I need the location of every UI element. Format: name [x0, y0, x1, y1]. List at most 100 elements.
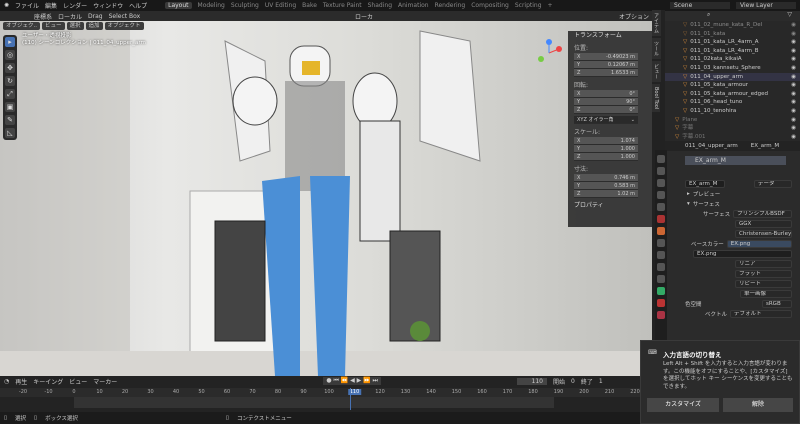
- object-tab-icon[interactable]: [657, 227, 665, 235]
- menu-view[interactable]: ビュー: [69, 377, 87, 386]
- dismiss-button[interactable]: 解除: [723, 398, 793, 412]
- tab-tool[interactable]: ツール: [652, 38, 661, 59]
- outliner-item[interactable]: ▽ 011_03_kannsetu_Sphere ◉: [665, 64, 800, 73]
- interpolation-select[interactable]: リニア: [735, 260, 792, 268]
- menu-playback[interactable]: 再生: [15, 377, 27, 386]
- distribution-select[interactable]: GGX: [735, 220, 792, 228]
- tab-compositing[interactable]: Compositing: [471, 2, 509, 9]
- location-z[interactable]: Z 1.6533 m: [574, 69, 638, 77]
- render-tab-icon[interactable]: [657, 167, 665, 175]
- playback-controls[interactable]: ● ⏮ ⏪ ◀ ▶ ⏩ ⏭: [323, 377, 381, 385]
- annotate-tool-icon[interactable]: ✎: [5, 115, 15, 125]
- search-icon[interactable]: ⌕: [707, 11, 710, 18]
- transform-orientation[interactable]: 座標系: [34, 12, 52, 21]
- rotation-z[interactable]: Z 0°: [574, 106, 638, 114]
- scale-tool-icon[interactable]: ⤢: [5, 89, 15, 99]
- end-frame-field[interactable]: 1: [599, 378, 603, 385]
- outliner-item[interactable]: ▽ 011_02_mune_kata_R_Del ◉: [665, 21, 800, 30]
- rotation-mode[interactable]: XYZ オイラー角 ⌄: [574, 116, 638, 124]
- dimension-x[interactable]: X 0.746 m: [574, 174, 638, 182]
- menu-select[interactable]: 選択: [66, 22, 84, 30]
- projection-select[interactable]: フラット: [735, 270, 792, 278]
- measure-tool-icon[interactable]: ◺: [5, 128, 15, 138]
- outliner-item[interactable]: ▽ 字幕.001 ◉: [665, 133, 800, 141]
- menu-keying[interactable]: キーイング: [33, 377, 63, 386]
- scale-y[interactable]: Y 1.000: [574, 145, 638, 153]
- navigation-gizmo[interactable]: [535, 39, 563, 67]
- scene-tab-icon[interactable]: [657, 203, 665, 211]
- menu-file[interactable]: ファイル: [15, 1, 39, 10]
- current-frame-field[interactable]: 110: [516, 377, 547, 385]
- filter-icon[interactable]: ▽: [787, 11, 792, 18]
- tab-bool-tool[interactable]: Bool Tool: [652, 84, 660, 113]
- outliner-item[interactable]: ▽ 字幕 ◉: [665, 124, 800, 133]
- tab-rendering[interactable]: Rendering: [435, 2, 466, 9]
- blender-logo-icon[interactable]: ✺: [4, 2, 9, 9]
- start-frame-field[interactable]: 0: [571, 378, 575, 385]
- physics-tab-icon[interactable]: [657, 263, 665, 271]
- move-tool-icon[interactable]: ✥: [5, 63, 15, 73]
- dimension-y[interactable]: Y 0.583 m: [574, 182, 638, 190]
- rotate-tool-icon[interactable]: ↻: [5, 76, 15, 86]
- playhead[interactable]: [350, 388, 351, 410]
- outliner-item[interactable]: ▽ 011_06_head_tuno ◉: [665, 98, 800, 107]
- menu-object[interactable]: オブジェクト: [104, 22, 144, 30]
- tab-view[interactable]: ビュー: [652, 61, 661, 82]
- colorspace-select[interactable]: sRGB: [762, 300, 792, 308]
- add-workspace-button[interactable]: +: [548, 2, 553, 9]
- output-tab-icon[interactable]: [657, 179, 665, 187]
- outliner-item[interactable]: ▽ 011_01_kata_LR_4arm_B ◉: [665, 47, 800, 56]
- tab-sculpting[interactable]: Sculpting: [231, 2, 259, 9]
- location-y[interactable]: Y 0.12067 m: [574, 61, 638, 69]
- menu-help[interactable]: ヘルプ: [129, 1, 147, 10]
- menu-add[interactable]: 追加: [85, 22, 103, 30]
- outliner-item[interactable]: ▽ 011_01_kata ◉: [665, 30, 800, 39]
- location-x[interactable]: X -0.49023 m: [574, 53, 638, 61]
- frame-ruler[interactable]: -20 -10 0 10 20 30 40 50 60 70 80 90 100 110 120 130 140…: [0, 388, 665, 397]
- mode-selector[interactable]: オブジェク..: [3, 22, 40, 30]
- menu-render[interactable]: レンダー: [63, 1, 87, 10]
- preview-panel[interactable]: ▸ プレビュー: [665, 189, 800, 199]
- material-slot[interactable]: EX_arm_M: [685, 156, 786, 165]
- 3d-viewport[interactable]: オブジェク.. ビュー 選択 追加 オブジェクト ユーザー・透視投影 (110)…: [0, 21, 665, 376]
- select-tool-icon[interactable]: ▸: [5, 37, 15, 47]
- outliner-item[interactable]: ▽ 011_01_kata_LR_4arm_A ◉: [665, 38, 800, 47]
- outliner-item[interactable]: ▽ 011_05_kata_armour ◉: [665, 81, 800, 90]
- scale-z[interactable]: Z 1.000: [574, 153, 638, 161]
- world-tab-icon[interactable]: [657, 215, 665, 223]
- tab-texture-paint[interactable]: Texture Paint: [323, 2, 362, 9]
- properties-header[interactable]: プロパティ: [568, 201, 652, 210]
- menu-window[interactable]: ウィンドウ: [93, 1, 123, 10]
- data-tab-icon[interactable]: [657, 287, 665, 295]
- outliner-item[interactable]: ▽ 011_02kata_kikaiA ◉: [665, 55, 800, 64]
- rotation-x[interactable]: X 0°: [574, 90, 638, 98]
- surface-panel[interactable]: ▾ サーフェス: [665, 199, 800, 209]
- material-selector[interactable]: EX_arm_M: [685, 180, 725, 188]
- tool-tab-icon[interactable]: [657, 155, 665, 163]
- source-select[interactable]: 単一画像: [740, 290, 792, 298]
- scale-x[interactable]: X 1.074: [574, 137, 638, 145]
- tab-item[interactable]: アイテム: [652, 10, 661, 36]
- image-selector[interactable]: EX.png: [693, 250, 792, 258]
- customize-button[interactable]: カスタマイズ: [647, 398, 719, 412]
- rotation-y[interactable]: Y 90°: [574, 98, 638, 106]
- subsurface-select[interactable]: Christensen-Burley: [735, 230, 792, 238]
- pivot-selector[interactable]: ローカル: [58, 12, 82, 21]
- particles-tab-icon[interactable]: [657, 251, 665, 259]
- drag-select[interactable]: Select Box: [109, 13, 141, 20]
- dimension-z[interactable]: Z 1.02 m: [574, 190, 638, 198]
- scene-selector[interactable]: Scene: [670, 2, 730, 9]
- outliner-item[interactable]: ▽ Plane ◉: [665, 116, 800, 125]
- cursor-tool-icon[interactable]: ◎: [5, 50, 15, 60]
- tab-shading[interactable]: Shading: [368, 2, 392, 9]
- outliner-item-selected[interactable]: ▽ 011_04_upper_arm ◉: [665, 72, 800, 82]
- view-layer-tab-icon[interactable]: [657, 191, 665, 199]
- base-color-input[interactable]: EX.png: [726, 240, 792, 248]
- tab-modeling[interactable]: Modeling: [198, 2, 225, 9]
- tab-scripting[interactable]: Scripting: [515, 2, 542, 9]
- tab-bake[interactable]: Bake: [302, 2, 317, 9]
- link-selector[interactable]: データ: [754, 180, 792, 188]
- snap-selector[interactable]: ローカ: [355, 12, 373, 21]
- outliner-item[interactable]: ▽ 011_05_kata_armour_edged ◉: [665, 90, 800, 99]
- modifier-tab-icon[interactable]: [657, 239, 665, 247]
